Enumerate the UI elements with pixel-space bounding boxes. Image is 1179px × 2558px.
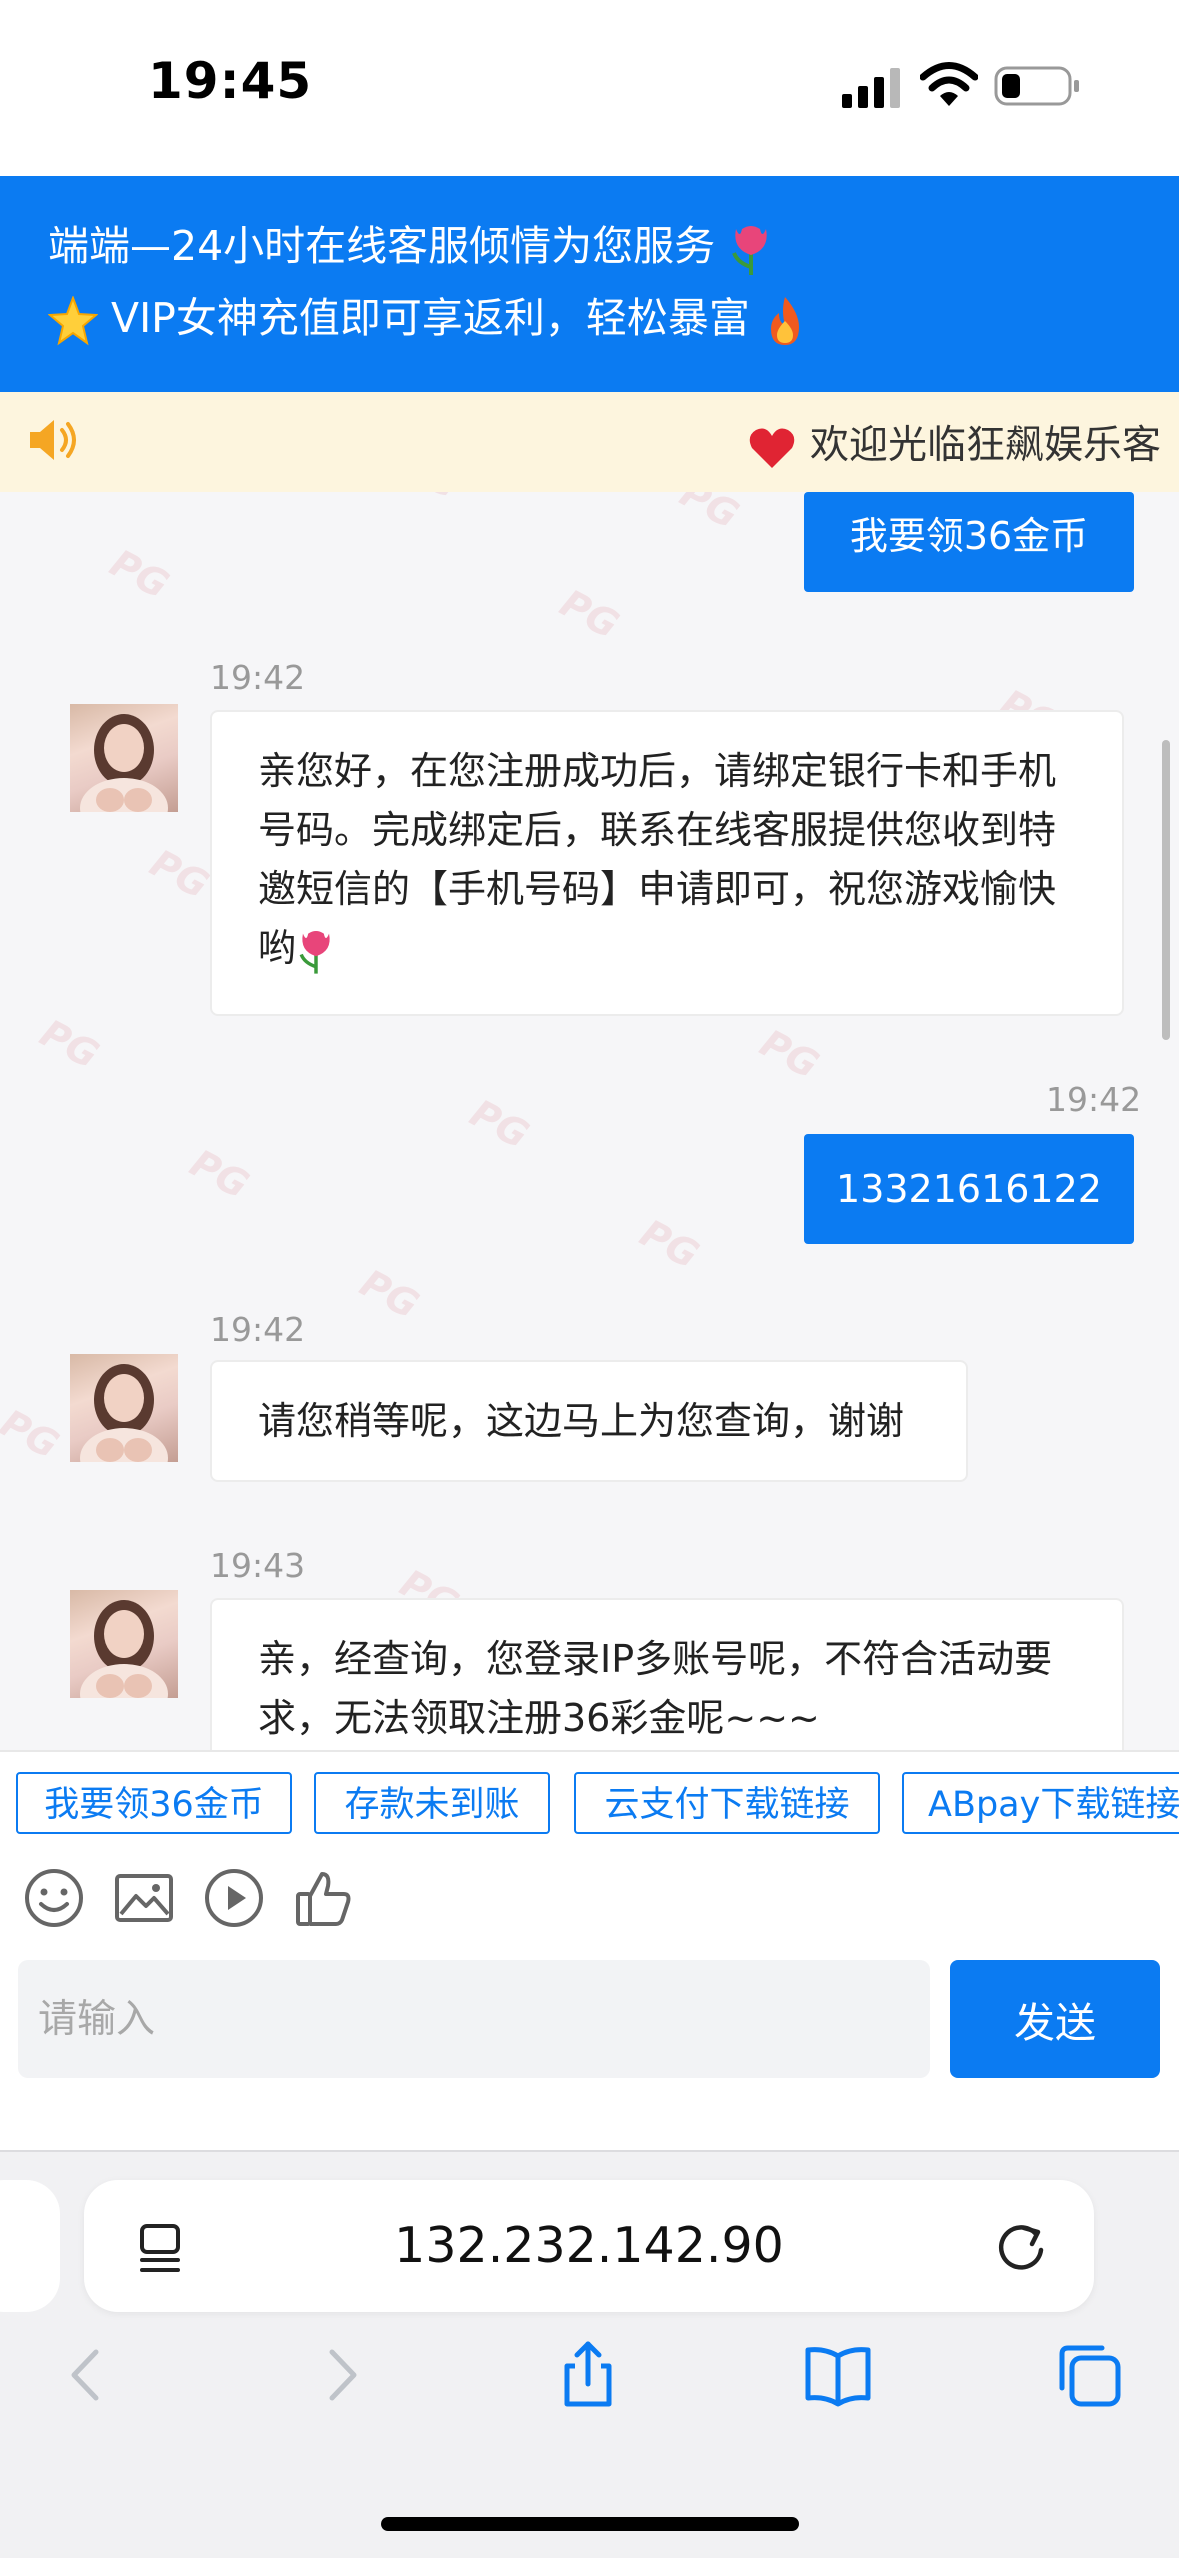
- reload-icon[interactable]: [992, 2218, 1050, 2276]
- agent-message-text: 请您稍等呢，这边马上为您查询，谢谢: [258, 1399, 905, 1443]
- glowing-star-icon: [48, 296, 98, 346]
- url-text: 132.232.142.90: [394, 2217, 784, 2274]
- image-icon[interactable]: [112, 1866, 176, 1930]
- address-bar[interactable]: 132.232.142.90: [84, 2180, 1094, 2312]
- agent-message-bubble: 请您稍等呢，这边马上为您查询，谢谢: [210, 1360, 968, 1482]
- watermark: PG: [183, 1140, 256, 1208]
- message-composer: 发送: [0, 1950, 1179, 2150]
- message-timestamp: 19:43: [210, 1546, 306, 1585]
- video-play-icon[interactable]: [202, 1866, 266, 1930]
- back-icon[interactable]: [52, 2340, 122, 2410]
- watermark: PG: [673, 492, 746, 538]
- watermark: PG: [353, 1260, 426, 1328]
- announcement-marquee: 欢迎光临狂飙娱乐客: [748, 414, 1161, 470]
- wifi-icon: [920, 62, 978, 106]
- quick-reply-button[interactable]: 云支付下载链接: [574, 1772, 880, 1834]
- fire-icon: [770, 297, 799, 345]
- agent-avatar-image: [80, 714, 168, 812]
- home-indicator: [381, 2517, 799, 2531]
- status-bar: 19:45: [0, 0, 1179, 176]
- agent-avatar-image: [80, 1600, 168, 1698]
- message-timestamp: 19:42: [210, 1310, 306, 1349]
- watermark: PG: [463, 1090, 536, 1158]
- chat-scrollbar[interactable]: [1162, 740, 1170, 1040]
- chat-header-banner: 端端—24小时在线客服倾情为您服务 VIP女神充值即可享返利，轻松暴富: [0, 176, 1179, 392]
- user-message-bubble: 13321616122: [804, 1134, 1134, 1244]
- message-timestamp: 19:42: [210, 658, 306, 697]
- cellular-signal-icon: [842, 68, 900, 108]
- status-time: 19:45: [148, 52, 313, 110]
- agent-avatar-image: [80, 1364, 168, 1462]
- header-line-2: VIP女神充值即可享返利，轻松暴富: [48, 284, 807, 347]
- heart-icon: [749, 427, 795, 468]
- bookmarks-icon[interactable]: [803, 2340, 873, 2410]
- watermark: PG: [633, 1210, 706, 1278]
- agent-message-text: 亲，经查询，您登录IP多账号呢，不符合活动要求，无法领取注册36彩金呢~~~: [258, 1637, 1053, 1740]
- message-input[interactable]: [18, 1960, 930, 2078]
- speaker-icon: [30, 420, 76, 460]
- tulip-icon: [732, 226, 767, 275]
- agent-avatar: [70, 1354, 178, 1462]
- watermark: PG: [553, 580, 626, 648]
- watermark: PG: [0, 1400, 66, 1468]
- send-button[interactable]: 发送: [950, 1960, 1160, 2078]
- chat-toolbar: [0, 1850, 1179, 1950]
- agent-message-bubble: 亲，经查询，您登录IP多账号呢，不符合活动要求，无法领取注册36彩金呢~~~: [210, 1598, 1124, 1750]
- battery-icon: [994, 66, 1079, 106]
- quick-reply-button[interactable]: 我要领36金币: [16, 1772, 292, 1834]
- announcement-text: 欢迎光临狂飙娱乐客: [810, 423, 1162, 468]
- user-message-bubble: 我要领36金币: [804, 492, 1134, 592]
- watermark: PG: [753, 1020, 826, 1088]
- quick-reply-button[interactable]: 存款未到账: [314, 1772, 550, 1834]
- header-line-1-text: 端端—24小时在线客服倾情为您服务: [48, 222, 716, 270]
- watermark: PG: [143, 840, 216, 908]
- watermark: PG: [103, 540, 176, 608]
- header-line-1: 端端—24小时在线客服倾情为您服务: [48, 212, 774, 275]
- forward-icon[interactable]: [306, 2340, 376, 2410]
- share-icon[interactable]: [553, 2340, 623, 2410]
- header-line-2-text: VIP女神充值即可享返利，轻松暴富: [111, 294, 750, 342]
- agent-message-bubble: 亲您好，在您注册成功后，请绑定银行卡和手机号码。完成绑定后，联系在线客服提供您收…: [210, 710, 1124, 1016]
- tulip-icon: [299, 930, 330, 974]
- watermark: PG: [393, 492, 466, 507]
- agent-avatar: [70, 1590, 178, 1698]
- agent-message-text: 亲您好，在您注册成功后，请绑定银行卡和手机号码。完成绑定后，联系在线客服提供您收…: [258, 749, 1057, 970]
- thumbs-up-icon[interactable]: [292, 1866, 356, 1930]
- tabs-icon[interactable]: [1054, 2340, 1124, 2410]
- browser-toolbar: 132.232.142.90: [0, 2150, 1179, 2558]
- agent-avatar: [70, 704, 178, 812]
- quick-reply-bar: 我要领36金币 存款未到账 云支付下载链接 ABpay下载链接: [0, 1750, 1179, 1852]
- message-timestamp: 19:42: [1046, 1080, 1142, 1119]
- previous-tab-card[interactable]: [0, 2180, 60, 2312]
- watermark: PG: [33, 1010, 106, 1078]
- quick-reply-button[interactable]: ABpay下载链接: [902, 1772, 1179, 1834]
- smiley-icon[interactable]: [22, 1866, 86, 1930]
- chat-message-list[interactable]: PG PG PG PG PG PG PG PG PG PG PG PG PG P…: [0, 492, 1179, 1750]
- announcement-bar: 欢迎光临狂飙娱乐客: [0, 392, 1179, 492]
